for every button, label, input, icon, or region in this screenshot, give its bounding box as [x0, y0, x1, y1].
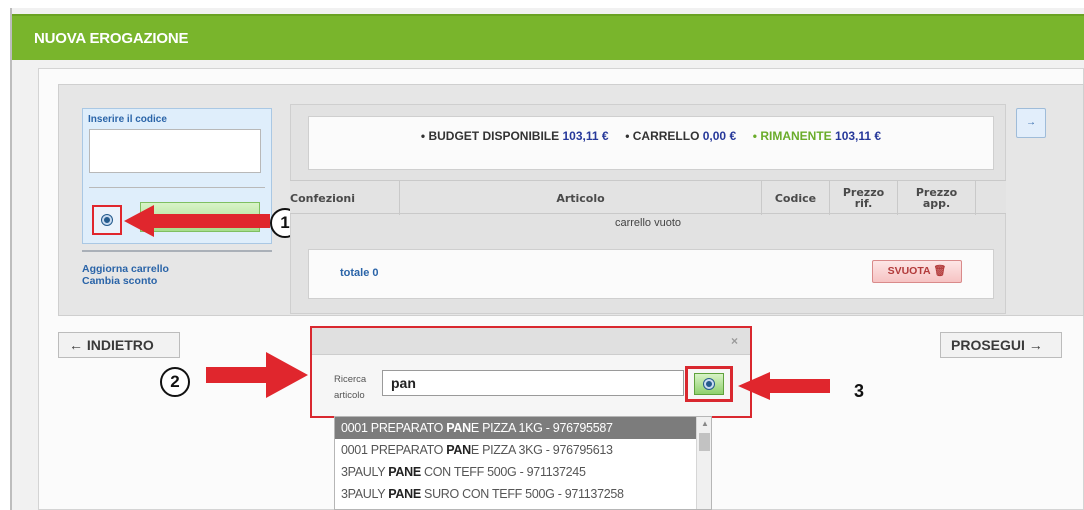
- cart-empty-message: carrello vuoto: [614, 217, 682, 229]
- search-icon: [102, 215, 112, 225]
- cart-total-value: 0,00 €: [702, 129, 737, 143]
- clear-cart-button[interactable]: SVUOTA 🗑: [872, 260, 962, 283]
- divider: [89, 187, 265, 188]
- divider: [82, 250, 272, 252]
- search-button[interactable]: [92, 205, 122, 235]
- match-highlight: PAN: [446, 421, 471, 435]
- change-discount-link[interactable]: Cambia sconto: [82, 275, 157, 287]
- column-header: Articolo: [400, 181, 762, 215]
- autocomplete-option[interactable]: 3PAULY PANE CON TEFF 500G - 971137245: [335, 461, 696, 483]
- annotation-marker-2: 2: [160, 367, 190, 397]
- column-header: Prezzo rif.: [830, 181, 898, 215]
- annotation-arrow-2: [206, 352, 308, 398]
- article-search-button[interactable]: [685, 366, 733, 402]
- scrollbar[interactable]: ▲: [696, 417, 711, 509]
- next-button[interactable]: PROSEGUI →: [940, 332, 1062, 358]
- expand-button[interactable]: →: [1016, 108, 1046, 138]
- autocomplete-list: 0001 PREPARATO PANE PIZZA 1KG - 97679558…: [334, 416, 712, 510]
- page-title: NUOVA EROGAZIONE: [34, 30, 189, 47]
- budget-summary: • BUDGET DISPONIBILE 103,11 € • CARRELLO…: [308, 129, 994, 143]
- match-highlight: PANE: [388, 487, 421, 501]
- annotation-arrow-1: [124, 205, 270, 237]
- total-label: totale 0: [340, 267, 379, 279]
- search-icon: [704, 379, 714, 389]
- remaining-value: 103,11 €: [835, 129, 882, 143]
- search-label: Ricerca articolo: [334, 374, 367, 401]
- budget-available-label: • BUDGET DISPONIBILE: [420, 129, 560, 143]
- back-button[interactable]: ← INDIETRO: [58, 332, 180, 358]
- annotation-marker-3: 3: [854, 381, 865, 401]
- annotation-arrow-3: [738, 372, 830, 400]
- code-input[interactable]: [89, 129, 261, 173]
- budget-available-value: 103,11 €: [562, 129, 609, 143]
- code-label: Inserire il codice: [88, 114, 167, 125]
- autocomplete-option[interactable]: 0001 PREPARATO PANE PIZZA 3KG - 97679561…: [335, 439, 696, 461]
- budget-box: [308, 116, 994, 170]
- scroll-up-icon[interactable]: ▲: [701, 419, 709, 428]
- autocomplete-option[interactable]: 3PAULY PANE SURO CON TEFF 500G - 9711372…: [335, 483, 696, 505]
- scrollbar-thumb[interactable]: [699, 433, 710, 451]
- search-button-face: [694, 373, 724, 395]
- close-icon[interactable]: ×: [731, 334, 738, 348]
- cart-total-label: • CARRELLO: [625, 129, 700, 143]
- match-highlight: PANE: [388, 465, 421, 479]
- popup-titlebar: [312, 328, 750, 355]
- column-header: Prezzo app.: [898, 181, 976, 215]
- arrow-right-icon: →: [1026, 117, 1036, 128]
- cart-table-header: Confezioni Articolo Codice Prezzo rif. Pr…: [290, 180, 1006, 215]
- match-highlight: PAN: [446, 443, 471, 457]
- page-header: NUOVA EROGAZIONE: [12, 14, 1084, 60]
- remaining-label: • RIMANENTE: [752, 129, 832, 143]
- column-header: Codice: [762, 181, 830, 215]
- update-cart-link[interactable]: Aggiorna carrello: [82, 263, 169, 275]
- article-search-input[interactable]: [382, 370, 684, 396]
- column-header: Confezioni: [290, 181, 400, 215]
- autocomplete-option[interactable]: 0001 PREPARATO PANE PIZZA 1KG - 97679558…: [335, 417, 696, 439]
